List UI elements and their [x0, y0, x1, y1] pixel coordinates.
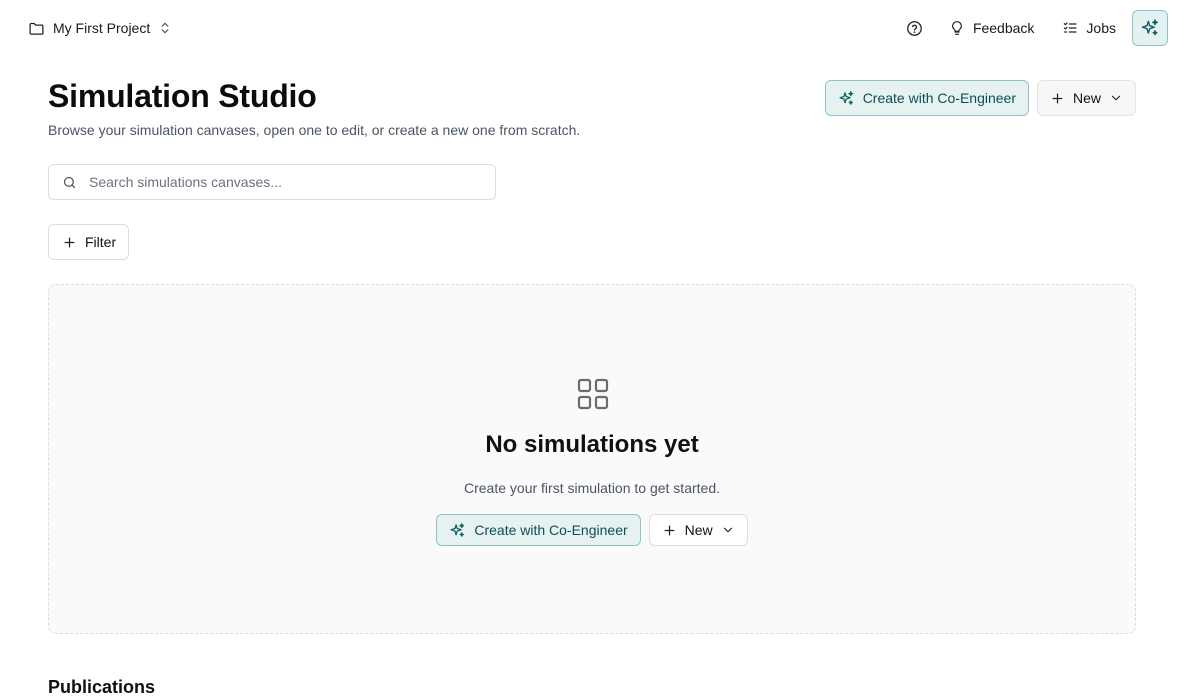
search-icon — [62, 175, 77, 190]
publications-heading: Publications — [48, 677, 156, 697]
header-actions: Create with Co-Engineer New — [824, 80, 1136, 116]
plus-icon — [62, 235, 77, 250]
empty-create-with-co-engineer-button[interactable]: Create with Co-Engineer — [436, 514, 641, 546]
sparkles-icon — [1140, 18, 1160, 38]
sparkles-icon — [449, 522, 466, 539]
jobs-label: Jobs — [1086, 20, 1116, 36]
help-circle-icon — [906, 20, 923, 37]
create-with-co-engineer-label: Create with Co-Engineer — [862, 90, 1016, 106]
plus-icon — [662, 523, 677, 538]
empty-new-dropdown-button[interactable]: New — [648, 514, 748, 546]
checklist-icon — [1062, 20, 1078, 36]
new-dropdown-button[interactable]: New — [1036, 80, 1136, 116]
feedback-button[interactable]: Feedback — [939, 10, 1044, 46]
empty-create-with-co-engineer-label: Create with Co-Engineer — [474, 522, 628, 538]
jobs-button[interactable]: Jobs — [1052, 10, 1126, 46]
search-input[interactable] — [89, 174, 469, 190]
folder-icon — [28, 20, 45, 37]
empty-state-title: No simulations yet — [485, 431, 699, 458]
empty-state-description: Create your first simulation to get star… — [464, 480, 720, 496]
page-subtitle: Browse your simulation canvases, open on… — [48, 122, 581, 138]
help-button[interactable] — [897, 10, 933, 46]
create-with-co-engineer-button[interactable]: Create with Co-Engineer — [824, 80, 1029, 116]
search-box — [48, 164, 496, 200]
co-engineer-toggle[interactable] — [1132, 10, 1168, 46]
empty-state-actions: Create with Co-Engineer New — [49, 514, 1135, 546]
chevron-down-icon — [1109, 91, 1123, 105]
new-label: New — [1072, 90, 1101, 106]
project-name: My First Project — [53, 20, 151, 36]
feedback-label: Feedback — [972, 20, 1035, 36]
project-switcher[interactable]: My First Project — [28, 14, 172, 42]
filter-label: Filter — [85, 234, 117, 250]
chevron-up-down-icon — [158, 21, 172, 35]
filter-button[interactable]: Filter — [48, 224, 130, 260]
lightbulb-icon — [949, 20, 965, 36]
sparkles-icon — [838, 90, 855, 107]
top-bar: My First Project Feedback Jobs — [0, 0, 1184, 56]
plus-icon — [1050, 91, 1065, 106]
empty-new-label: New — [684, 522, 713, 538]
chevron-down-icon — [721, 523, 735, 537]
empty-state-panel: No simulations yet Create your first sim… — [48, 284, 1136, 634]
page-title: Simulation Studio — [48, 78, 317, 114]
grid-icon — [577, 378, 609, 410]
top-actions: Feedback Jobs — [897, 10, 1168, 46]
